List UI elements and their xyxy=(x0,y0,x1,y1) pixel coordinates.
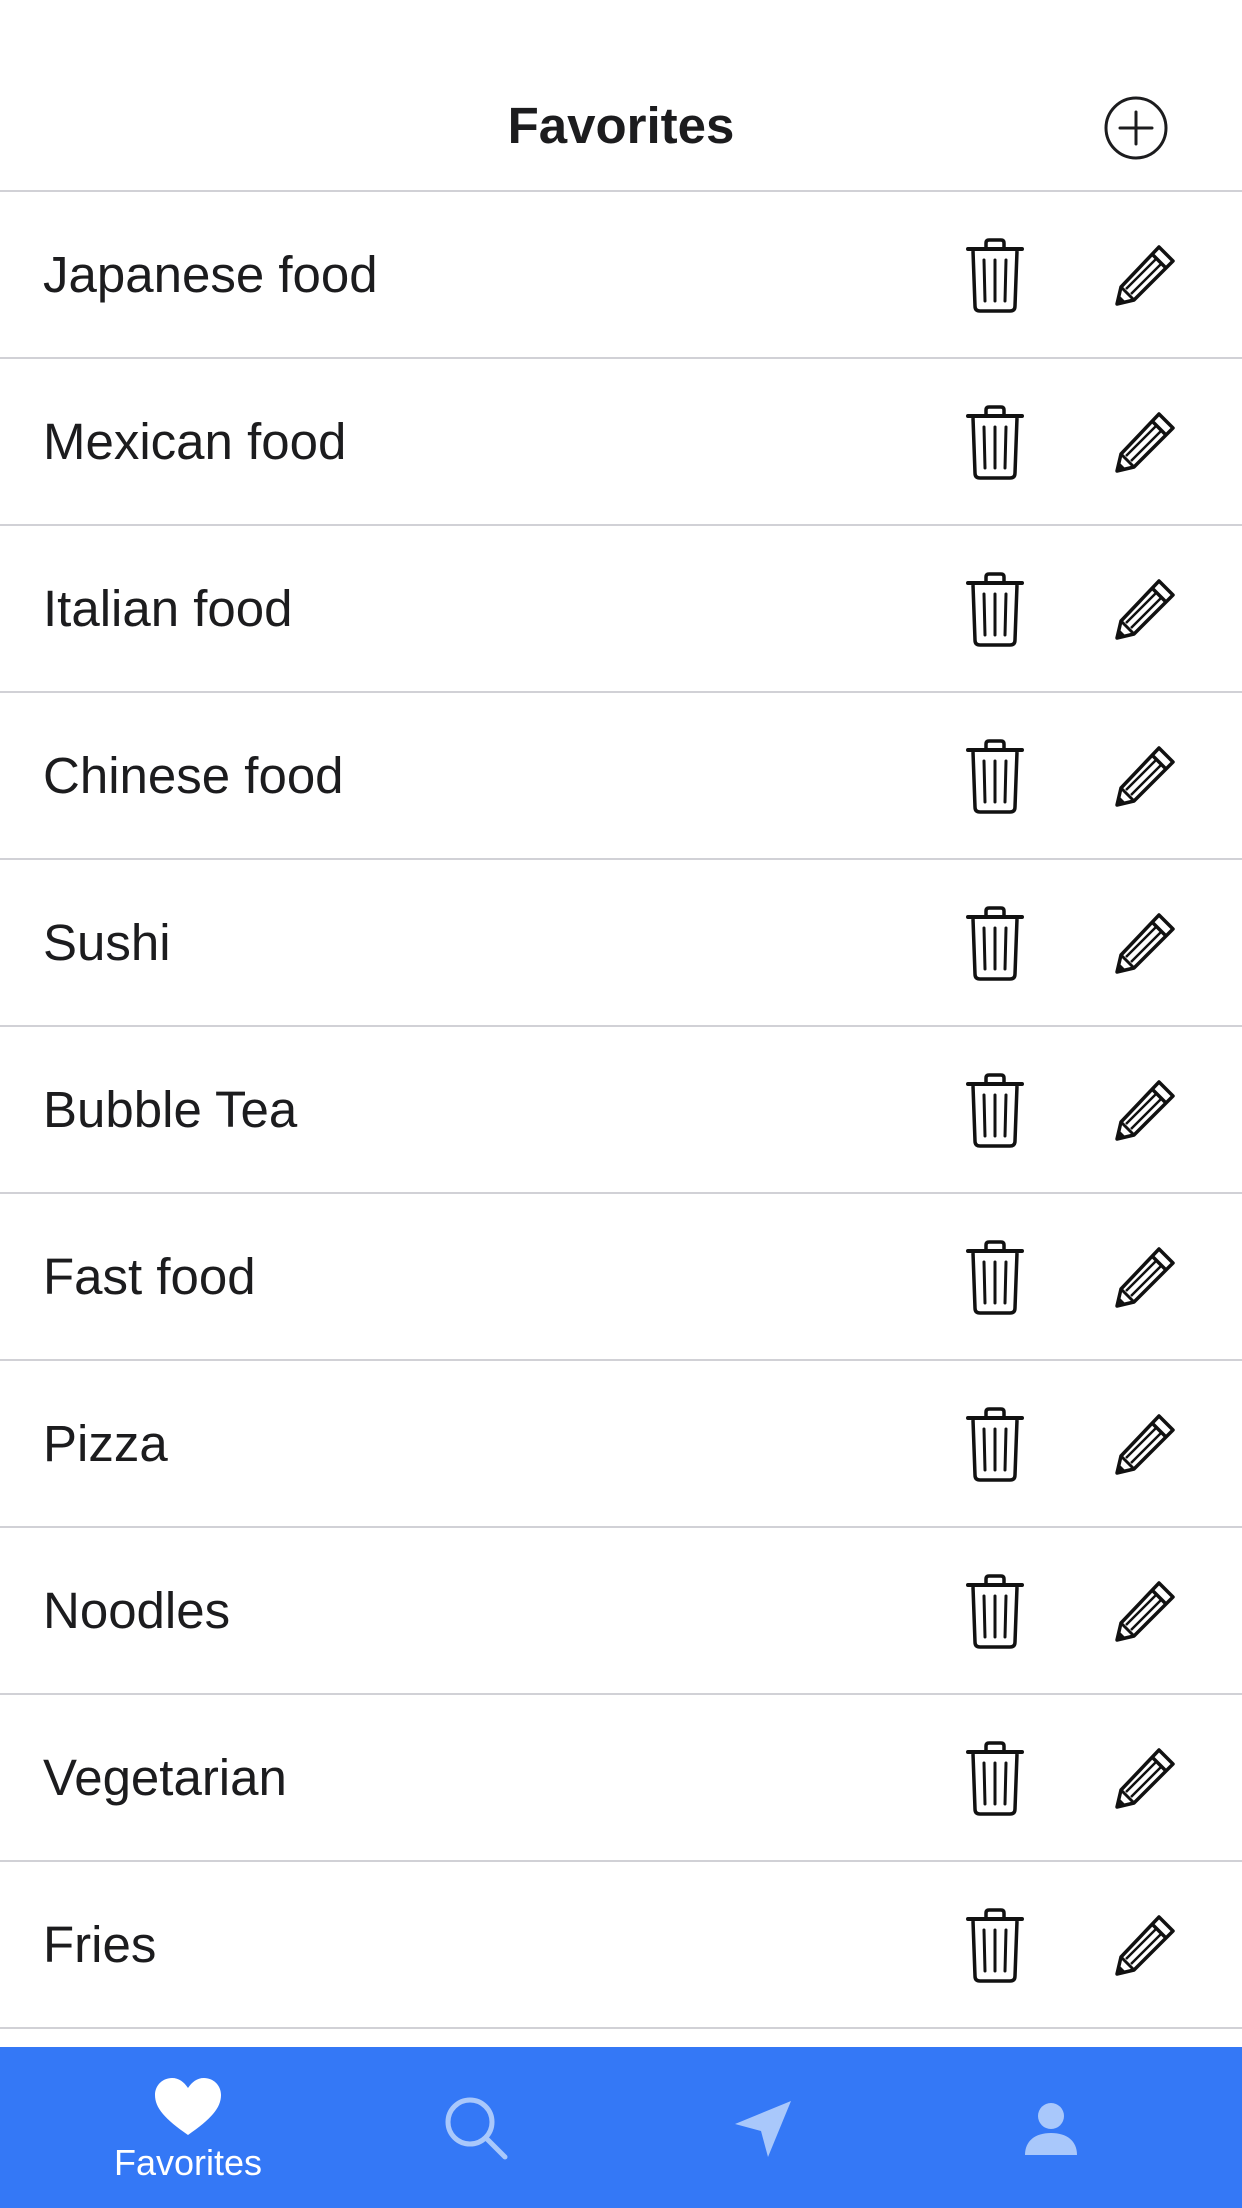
delete-button[interactable] xyxy=(962,238,1028,314)
delete-button[interactable] xyxy=(962,739,1028,815)
edit-button[interactable] xyxy=(1112,1411,1178,1477)
tab-favorites[interactable]: Favorites xyxy=(43,2047,333,2208)
page-title: Favorites xyxy=(507,97,735,154)
edit-button[interactable] xyxy=(1112,576,1178,642)
edit-button[interactable] xyxy=(1112,910,1178,976)
delete-button[interactable] xyxy=(962,572,1028,648)
list-item[interactable]: Italian food xyxy=(0,526,1242,693)
favorite-label: Pizza xyxy=(43,1414,168,1472)
delete-button[interactable] xyxy=(962,1741,1028,1817)
list-item[interactable]: Mexican food xyxy=(0,359,1242,526)
favorite-label: Sushi xyxy=(43,913,171,971)
edit-button[interactable] xyxy=(1112,1244,1178,1310)
tab-bar: Favorites xyxy=(0,2047,1242,2208)
favorite-label: Japanese food xyxy=(43,245,378,303)
delete-button[interactable] xyxy=(962,1407,1028,1483)
delete-button[interactable] xyxy=(962,405,1028,481)
favorite-label: Noodles xyxy=(43,1581,231,1639)
edit-button[interactable] xyxy=(1112,1077,1178,1143)
location-arrow-icon xyxy=(735,2101,791,2157)
list-item[interactable]: Japanese food xyxy=(0,192,1242,359)
edit-button[interactable] xyxy=(1112,743,1178,809)
favorite-label: Mexican food xyxy=(43,412,347,470)
person-icon xyxy=(1025,2103,1077,2155)
edit-button[interactable] xyxy=(1112,1912,1178,1978)
favorite-label: Vegetarian xyxy=(43,1748,287,1806)
add-favorite-button[interactable] xyxy=(1103,95,1169,161)
plus-circle-icon xyxy=(1104,96,1168,160)
favorite-label: Chinese food xyxy=(43,746,344,804)
edit-button[interactable] xyxy=(1112,409,1178,475)
favorite-label: Fast food xyxy=(43,1247,256,1305)
search-icon xyxy=(445,2097,508,2160)
edit-button[interactable] xyxy=(1112,242,1178,308)
delete-button[interactable] xyxy=(962,1908,1028,1984)
list-item[interactable]: Sushi xyxy=(0,860,1242,1027)
tab-label: Favorites xyxy=(113,2142,263,2183)
edit-button[interactable] xyxy=(1112,1578,1178,1644)
delete-button[interactable] xyxy=(962,1574,1028,1650)
favorite-label: Bubble Tea xyxy=(43,1080,298,1138)
delete-button[interactable] xyxy=(962,1240,1028,1316)
list-item[interactable]: Noodles xyxy=(0,1528,1242,1695)
navigation-bar: Favorites xyxy=(0,0,1242,192)
heart-icon xyxy=(155,2078,221,2135)
delete-button[interactable] xyxy=(962,906,1028,982)
list-item[interactable]: Pizza xyxy=(0,1361,1242,1528)
list-item[interactable]: Fast food xyxy=(0,1194,1242,1361)
tab-profile[interactable] xyxy=(906,2047,1196,2208)
tab-search[interactable] xyxy=(333,2047,623,2208)
favorite-label: Italian food xyxy=(43,579,293,637)
list-item[interactable]: Bubble Tea xyxy=(0,1027,1242,1194)
list-item[interactable]: Fries xyxy=(0,1862,1242,2029)
tab-nearby[interactable] xyxy=(618,2047,908,2208)
delete-button[interactable] xyxy=(962,1073,1028,1149)
edit-button[interactable] xyxy=(1112,1745,1178,1811)
favorites-screen: Favorites Japanese food Mexican food Ita… xyxy=(0,0,1242,2208)
list-item[interactable]: Chinese food xyxy=(0,693,1242,860)
favorites-list: Japanese food Mexican food Italian food … xyxy=(0,192,1242,2029)
favorite-label: Fries xyxy=(43,1915,157,1973)
list-item[interactable]: Vegetarian xyxy=(0,1695,1242,1862)
